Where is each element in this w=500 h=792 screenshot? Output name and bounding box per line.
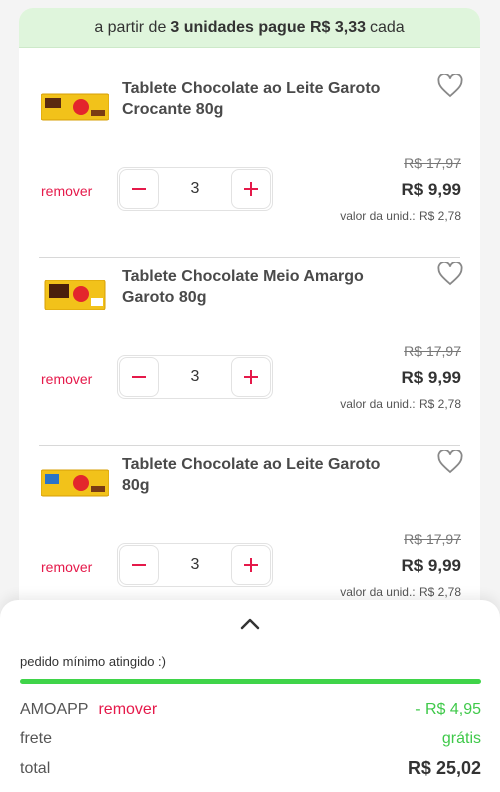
current-price: R$ 9,99 (401, 180, 461, 199)
product-thumbnail (44, 280, 106, 310)
cart-card: a partir de 3 unidades pague R$ 3,33 cad… (19, 8, 480, 648)
decrease-button[interactable] (119, 357, 159, 397)
plus-icon (244, 370, 258, 384)
unit-price: valor da unid.: R$ 2,78 (340, 397, 461, 411)
promo-highlight: 3 unidades pague R$ 3,33 (170, 18, 366, 36)
minimum-order-progress (20, 679, 481, 684)
coupon-row: AMOAPP remover - R$ 4,95 (20, 701, 481, 719)
total-value: R$ 25,02 (407, 758, 481, 778)
minus-icon (132, 188, 146, 190)
old-price: R$ 17,97 (404, 531, 461, 547)
promo-suffix: cada (369, 18, 405, 36)
quantity-value[interactable]: 3 (160, 180, 230, 198)
heart-icon[interactable] (437, 262, 463, 286)
heart-icon[interactable] (437, 74, 463, 98)
quantity-stepper: 3 (117, 355, 273, 399)
unit-price: valor da unid.: R$ 2,78 (340, 585, 461, 599)
chevron-up-icon[interactable] (238, 616, 262, 632)
quantity-stepper: 3 (117, 167, 273, 211)
product-name[interactable]: Tablete Chocolate ao Leite Garoto Crocan… (122, 78, 412, 120)
current-price: R$ 9,99 (401, 556, 461, 575)
quantity-value[interactable]: 3 (160, 556, 230, 574)
unit-price: valor da unid.: R$ 2,78 (340, 209, 461, 223)
shipping-row: frete grátis (20, 730, 481, 748)
minus-icon (132, 376, 146, 378)
total-row: total R$ 25,02 (20, 758, 481, 779)
remove-coupon-button[interactable]: remover (98, 701, 157, 718)
promo-banner: a partir de 3 unidades pague R$ 3,33 cad… (19, 8, 480, 48)
cart-item: Tablete Chocolate ao Leite Garoto Crocan… (19, 70, 480, 258)
promo-prefix: a partir de (94, 18, 167, 36)
increase-button[interactable] (231, 545, 271, 585)
coupon-discount: - R$ 4,95 (415, 701, 481, 718)
quantity-value[interactable]: 3 (160, 368, 230, 386)
decrease-button[interactable] (119, 169, 159, 209)
remove-button[interactable]: remover (41, 183, 92, 199)
cart-item: Tablete Chocolate Meio Amargo Garoto 80g… (19, 258, 480, 446)
increase-button[interactable] (231, 357, 271, 397)
product-name[interactable]: Tablete Chocolate Meio Amargo Garoto 80g (122, 266, 412, 308)
current-price: R$ 9,99 (401, 368, 461, 387)
decrease-button[interactable] (119, 545, 159, 585)
quantity-stepper: 3 (117, 543, 273, 587)
minus-icon (132, 564, 146, 566)
product-thumbnail (41, 93, 109, 121)
product-thumbnail (41, 469, 109, 497)
old-price: R$ 17,97 (404, 343, 461, 359)
coupon-code: AMOAPP (20, 701, 89, 718)
remove-button[interactable]: remover (41, 371, 92, 387)
old-price: R$ 17,97 (404, 155, 461, 171)
plus-icon (244, 558, 258, 572)
total-label: total (20, 759, 51, 777)
increase-button[interactable] (231, 169, 271, 209)
plus-icon (244, 182, 258, 196)
minimum-order-status: pedido mínimo atingido :) (20, 654, 166, 669)
shipping-label: frete (20, 730, 53, 747)
remove-button[interactable]: remover (41, 559, 92, 575)
order-summary-sheet: pedido mínimo atingido :) AMOAPP remover … (0, 600, 500, 792)
shipping-value: grátis (441, 730, 481, 747)
heart-icon[interactable] (437, 450, 463, 474)
product-name[interactable]: Tablete Chocolate ao Leite Garoto 80g (122, 454, 412, 496)
